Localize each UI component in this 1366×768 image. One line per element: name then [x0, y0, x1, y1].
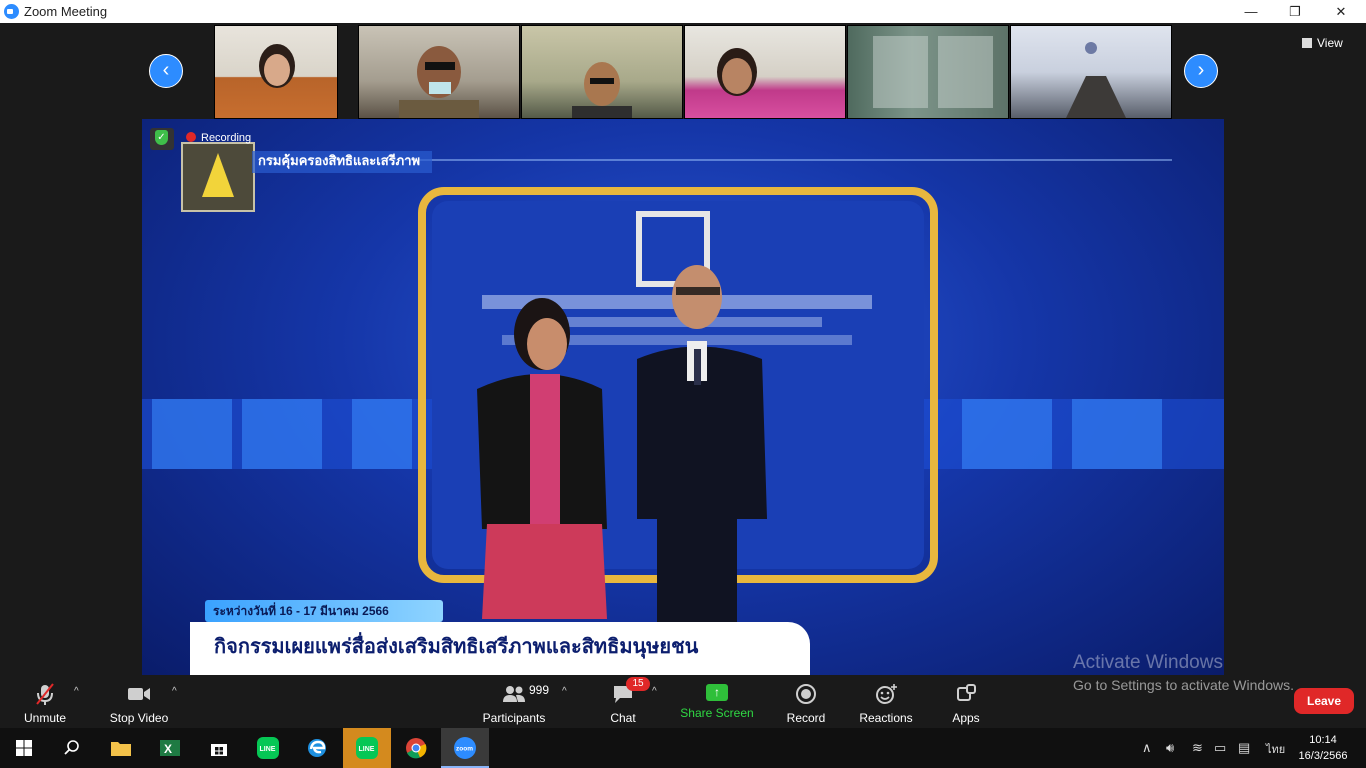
- line-app-active-icon[interactable]: LINE: [343, 728, 391, 768]
- line-app-icon[interactable]: LINE: [244, 728, 292, 768]
- view-button[interactable]: View: [1302, 32, 1358, 54]
- video-options-caret-icon[interactable]: ^: [172, 686, 177, 697]
- input-language[interactable]: ไทย: [1266, 740, 1285, 758]
- reactions-button[interactable]: Reactions: [856, 678, 916, 725]
- org-name: กรมคุ้มครองสิทธิและเสรีภาพ: [258, 153, 421, 168]
- apps-button[interactable]: Apps: [944, 678, 988, 725]
- svg-text:X: X: [164, 742, 172, 756]
- broadcast-studio-scene: [142, 142, 1224, 624]
- event-title: กิจกรรมเผยแพร่สื่อส่งเสริมสิทธิเสรีภาพแล…: [190, 622, 810, 675]
- recording-indicator: Recording: [186, 132, 251, 144]
- record-icon: [796, 684, 816, 704]
- clock-time: 10:14: [1309, 734, 1337, 746]
- video-camera-icon: [128, 688, 150, 700]
- stop-video-button[interactable]: Stop Video: [104, 678, 174, 725]
- participant-avatar: [399, 46, 479, 118]
- recording-dot-icon: [186, 132, 196, 142]
- activate-windows-subtitle: Go to Settings to activate Windows.: [1073, 677, 1294, 693]
- search-icon[interactable]: [48, 728, 96, 768]
- participants-label: Participants: [482, 711, 546, 725]
- chrome-icon[interactable]: [392, 728, 440, 768]
- view-label: View: [1317, 36, 1343, 50]
- store-icon[interactable]: [195, 728, 243, 768]
- share-screen-label: Share Screen: [680, 706, 754, 720]
- event-date: ระหว่างวันที่ 16 - 17 มีนาคม 2566: [205, 600, 443, 622]
- participant-avatar: [259, 44, 295, 88]
- clock-date: 16/3/2566: [1298, 750, 1348, 762]
- participants-icon: [503, 686, 525, 702]
- participant-video-2[interactable]: [358, 25, 520, 119]
- leave-button[interactable]: Leave: [1294, 688, 1354, 714]
- activate-windows-title: Activate Windows: [1073, 652, 1223, 673]
- unmute-label: Unmute: [23, 711, 67, 725]
- view-grid-icon: [1302, 38, 1312, 48]
- volume-icon[interactable]: 🔊︎: [1166, 740, 1174, 756]
- battery-icon[interactable]: ▭: [1214, 740, 1226, 756]
- participant-video-3[interactable]: [521, 25, 683, 119]
- start-button[interactable]: [0, 728, 48, 768]
- share-screen-button[interactable]: ↑ Share Screen: [680, 678, 754, 724]
- room-shelves: [873, 36, 993, 108]
- participant-video-1[interactable]: [214, 25, 338, 119]
- notifications-icon[interactable]: ▤: [1238, 740, 1250, 756]
- record-label: Record: [786, 711, 826, 725]
- stop-video-label: Stop Video: [109, 711, 169, 725]
- window-title: Zoom Meeting: [24, 4, 108, 19]
- participant-avatar: [717, 48, 757, 96]
- participant-avatar: [572, 62, 632, 118]
- wifi-icon[interactable]: ≋: [1192, 740, 1203, 756]
- svg-text:LINE: LINE: [359, 746, 375, 753]
- svg-text:zoom: zoom: [456, 745, 473, 752]
- tray-overflow-chevron-icon[interactable]: ∧: [1142, 740, 1152, 756]
- muted-microphone-icon: [36, 683, 54, 705]
- gallery-next-button[interactable]: ›: [1184, 54, 1218, 88]
- participant-video-4[interactable]: [684, 25, 846, 119]
- shared-screen: [142, 119, 1224, 675]
- audio-options-caret-icon[interactable]: ^: [74, 686, 79, 697]
- minimize-button[interactable]: —: [1228, 0, 1274, 23]
- participants-options-caret-icon[interactable]: ^: [562, 686, 567, 697]
- encryption-shield-icon[interactable]: [150, 128, 174, 150]
- conference-room: [1066, 42, 1126, 118]
- participants-count: 999: [529, 683, 550, 697]
- reactions-smiley-icon: [876, 684, 897, 704]
- unmute-button[interactable]: Unmute: [14, 678, 76, 725]
- reactions-label: Reactions: [859, 711, 913, 725]
- edge-icon[interactable]: [293, 728, 341, 768]
- svg-text:LINE: LINE: [260, 746, 276, 753]
- title-bar: [0, 0, 1366, 24]
- close-button[interactable]: ✕: [1318, 0, 1364, 23]
- apps-icon: [957, 684, 976, 701]
- apps-label: Apps: [952, 711, 980, 725]
- recording-label: Recording: [201, 132, 252, 144]
- system-clock[interactable]: 10:14 16/3/2566: [1298, 732, 1348, 764]
- chat-unread-badge: 15: [626, 677, 650, 691]
- participant-video-5[interactable]: [847, 25, 1009, 119]
- share-screen-arrow-icon: ↑: [706, 684, 728, 701]
- zoom-logo-icon: [4, 4, 19, 19]
- excel-icon[interactable]: X: [146, 728, 194, 768]
- gallery-prev-button[interactable]: ‹: [149, 54, 183, 88]
- participant-video-6[interactable]: [1010, 25, 1172, 119]
- restore-button[interactable]: ❐: [1272, 0, 1318, 23]
- zoom-taskbar-icon[interactable]: zoom: [441, 728, 489, 768]
- windows-logo-icon: [16, 739, 32, 756]
- record-button[interactable]: Record: [782, 678, 830, 725]
- chat-label: Chat: [610, 711, 636, 725]
- chat-options-caret-icon[interactable]: ^: [652, 686, 657, 697]
- file-explorer-icon[interactable]: [97, 728, 145, 768]
